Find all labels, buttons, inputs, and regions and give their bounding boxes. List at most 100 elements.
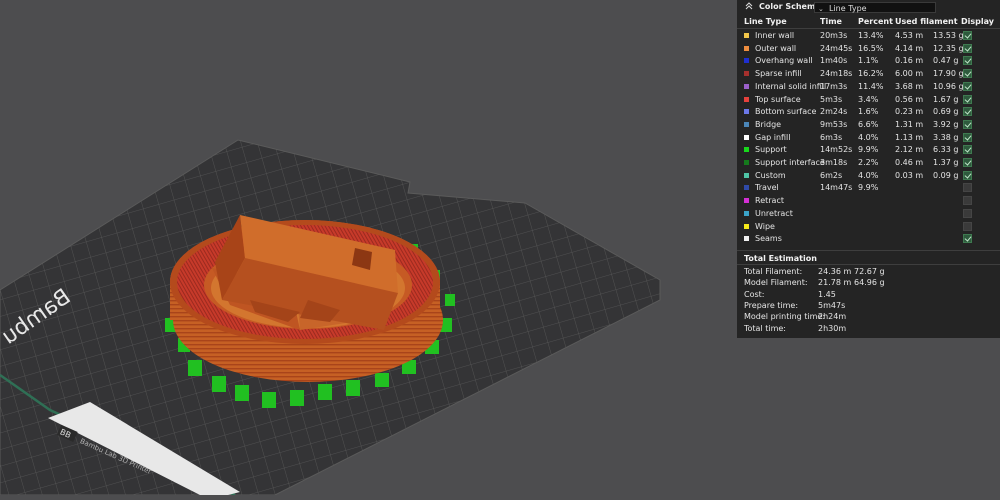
legend-cell-percent: 4.0% [858, 170, 879, 180]
display-checkbox[interactable] [963, 196, 972, 206]
total-key: Total time: [744, 323, 786, 333]
legend-cell-time: 14m52s [820, 145, 853, 155]
total-key: Model printing time: [744, 312, 826, 322]
color-swatch [744, 45, 749, 51]
display-checkbox[interactable] [963, 234, 972, 244]
total-key: Total Filament: [744, 267, 803, 276]
legend-divider [737, 250, 1000, 251]
color-swatch [744, 236, 749, 242]
legend-title: Color Scheme [759, 2, 821, 11]
legend-cell-length: 0.03 m [895, 170, 924, 180]
legend-row: Seams [737, 233, 1000, 245]
total-row: Model printing time: 2h24m [744, 312, 994, 323]
display-checkbox[interactable] [963, 221, 972, 231]
legend-cell-name: Support [755, 145, 787, 155]
color-swatch [744, 96, 749, 102]
legend-cell-name: Support interface [755, 158, 825, 167]
legend-cell-percent: 2.2% [858, 158, 879, 167]
color-scheme-select[interactable]: ⌄ Line Type [814, 2, 936, 13]
legend-cell-name: Wipe [755, 221, 775, 231]
legend-row: Internal solid infill 17m3s 11.4% 3.68 m 10.… [737, 81, 1000, 93]
legend-panel: Color Scheme ⌄ Line Type Line Type Time … [737, 0, 1000, 338]
total-v2: 72.67 g [854, 267, 885, 276]
legend-cell-time: 17m3s [820, 81, 848, 91]
display-checkbox[interactable] [963, 94, 972, 104]
display-checkbox[interactable] [963, 183, 972, 193]
total-key: Cost: [744, 289, 765, 299]
total-v2: 64.96 g [854, 278, 885, 288]
display-checkbox[interactable] [963, 31, 972, 40]
legend-header: Color Scheme ⌄ Line Type [737, 0, 1000, 14]
total-v1: 2h24m [818, 312, 847, 322]
legend-row: Custom 6m2s 4.0% 0.03 m 0.09 g [737, 170, 1000, 182]
legend-row: Wipe [737, 221, 1000, 233]
legend-cell-weight: 6.33 g [933, 145, 959, 155]
legend-cell-weight: 10.96 g [933, 81, 964, 91]
legend-cell-name: Internal solid infill [755, 81, 827, 91]
color-swatch [744, 147, 749, 153]
total-key: Model Filament: [744, 278, 808, 288]
collapse-icon[interactable] [744, 1, 754, 11]
legend-cell-weight: 0.09 g [933, 170, 959, 180]
legend-cell-time: 5m3s [820, 94, 843, 104]
legend-row: Bottom surface 2m24s 1.6% 0.23 m 0.69 g [737, 106, 1000, 118]
legend-cell-time: 2m24s [820, 107, 848, 117]
legend-cell-weight: 1.37 g [933, 158, 959, 167]
legend-cell-name: Bridge [755, 119, 782, 129]
color-swatch [744, 58, 749, 64]
legend-cell-weight: 0.47 g [933, 56, 959, 66]
legend-cell-name: Top surface [755, 94, 801, 104]
display-checkbox[interactable] [963, 81, 972, 91]
total-v1: 1.45 [818, 289, 836, 299]
legend-cell-name: Bottom surface [755, 107, 817, 117]
legend-cell-time: 6m2s [820, 170, 843, 180]
legend-row: Bridge 9m53s 6.6% 1.31 m 3.92 g [737, 119, 1000, 131]
legend-cell-length: 0.46 m [895, 158, 924, 167]
display-checkbox[interactable] [963, 132, 972, 142]
legend-cell-percent: 1.6% [858, 107, 879, 117]
color-swatch [744, 33, 749, 38]
legend-cell-weight: 3.92 g [933, 119, 959, 129]
total-v1: 21.78 m [818, 278, 852, 288]
color-swatch [744, 172, 749, 178]
display-checkbox[interactable] [963, 107, 972, 117]
display-checkbox[interactable] [963, 145, 972, 155]
legend-cell-time: 9m53s [820, 119, 848, 129]
display-checkbox[interactable] [963, 119, 972, 129]
total-v1: 2h30m [818, 323, 847, 333]
color-swatch [744, 210, 749, 216]
total-v1: 5m47s [818, 300, 846, 310]
legend-cell-name: Overhang wall [755, 56, 813, 66]
display-checkbox[interactable] [963, 69, 972, 79]
color-swatch [744, 121, 749, 127]
legend-cell-percent: 4.0% [858, 132, 879, 142]
legend-cell-length: 4.14 m [895, 43, 924, 53]
legend-cell-name: Retract [755, 196, 784, 206]
legend-cell-length: 4.53 m [895, 31, 924, 40]
color-swatch [744, 83, 749, 89]
legend-cell-name: Inner wall [755, 31, 795, 40]
printed-model [170, 215, 443, 382]
display-checkbox[interactable] [963, 170, 972, 180]
color-swatch [744, 160, 749, 165]
display-checkbox[interactable] [963, 208, 972, 218]
legend-cell-length: 0.23 m [895, 107, 924, 117]
legend-cell-percent: 13.4% [858, 31, 884, 40]
color-swatch [744, 134, 749, 140]
legend-cell-time: 14m47s [820, 183, 853, 193]
total-row: Cost: 1.45 [744, 290, 994, 301]
display-checkbox[interactable] [963, 158, 972, 167]
col-used-filament: Used filament [895, 17, 958, 26]
legend-cell-length: 2.12 m [895, 145, 924, 155]
total-estimation-title: Total Estimation [744, 254, 817, 263]
legend-row: Travel 14m47s 9.9% [737, 182, 1000, 194]
col-line-type: Line Type [744, 17, 787, 26]
legend-cell-percent: 1.1% [858, 56, 879, 66]
legend-cell-time: 1m40s [820, 56, 848, 66]
display-checkbox[interactable] [963, 43, 972, 53]
legend-cell-length: 3.68 m [895, 81, 924, 91]
legend-cell-time: 24m18s [820, 69, 853, 79]
color-swatch [744, 223, 749, 229]
display-checkbox[interactable] [963, 56, 972, 66]
legend-divider [737, 28, 1000, 29]
